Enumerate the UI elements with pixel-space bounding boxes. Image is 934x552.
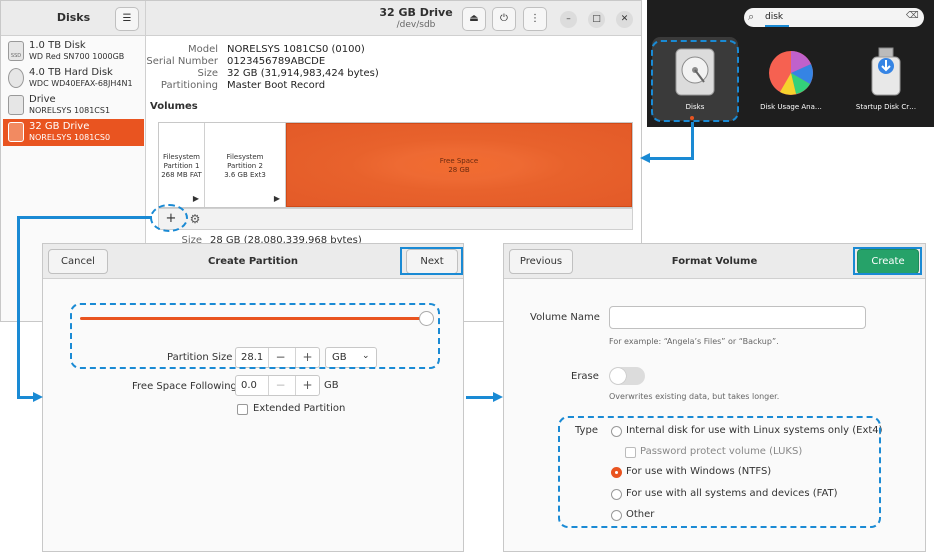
partition-1-type: Filesystem — [162, 153, 201, 161]
play-icon: ▶ — [273, 194, 280, 203]
play-icon: ▶ — [192, 194, 199, 203]
erase-hint: Overwrites existing data, but takes long… — [609, 392, 780, 401]
gear-icon: ⚙ — [189, 212, 201, 226]
usb-stick-icon — [871, 47, 901, 96]
drive-item-4tb-hard-disk[interactable]: 4.0 TB Hard Disk WDC WD40EFAX-68JH4N1 — [3, 65, 144, 92]
create-partition-dialog: Cancel Create Partition Next Partition S… — [42, 243, 464, 552]
arrow-head-icon — [493, 392, 503, 402]
partition-1-name: Partition 1 — [163, 162, 200, 170]
arrow-head-icon — [33, 392, 43, 402]
ssd-icon: SSD — [8, 41, 24, 61]
size-label: Size — [197, 68, 218, 79]
volume-name-label: Volume Name — [530, 312, 600, 323]
model-value: NORELSYS 1081CS0 (0100) — [227, 44, 365, 55]
increment-button[interactable]: + — [295, 376, 319, 395]
pie-chart-icon — [769, 51, 813, 95]
model-label: Model — [187, 44, 218, 55]
size-value: 32 GB (31,914,983,424 bytes) — [227, 68, 379, 79]
volume-name-input[interactable] — [609, 306, 866, 329]
free-space-block[interactable]: Free Space 28 GB — [286, 123, 632, 207]
free-space-unit: GB — [324, 380, 339, 391]
app-disk-usage-analyzer[interactable]: Disk Usage Ana… — [748, 37, 834, 121]
app-label: Startup Disk Cr… — [855, 103, 917, 111]
usb-drive-icon — [8, 122, 24, 142]
disks-app-highlight — [651, 40, 739, 122]
maximize-button[interactable]: □ — [588, 11, 605, 28]
drive-name: 32 GB Drive — [29, 121, 90, 132]
partition-2-size: 3.6 GB Ext3 — [224, 171, 266, 179]
serial-value: 0123456789ABCDE — [227, 56, 326, 67]
free-space-following-spinner[interactable]: 0.0 − + — [235, 375, 320, 396]
partitioning-label: Partitioning — [160, 80, 218, 91]
drive-name: 1.0 TB Disk — [29, 40, 86, 51]
hamburger-icon: ☰ — [122, 13, 132, 24]
free-space-following-value: 0.0 — [241, 380, 257, 391]
hard-disk-icon — [8, 68, 24, 88]
close-icon: ✕ — [620, 14, 629, 24]
free-space-following-label: Free Space Following — [132, 381, 237, 392]
volumes-heading: Volumes — [150, 101, 198, 112]
eject-button[interactable]: ⏏ — [462, 7, 486, 31]
connector-line — [650, 157, 694, 160]
drive-model: WD Red SN700 1000GB — [29, 52, 125, 61]
partition-1-block[interactable]: Filesystem Partition 1 268 MB FAT ▶ — [159, 123, 205, 207]
minimize-button[interactable]: – — [560, 11, 577, 28]
serial-label: Serial Number — [146, 56, 218, 67]
drive-name: Drive — [29, 94, 56, 105]
erase-toggle[interactable] — [609, 367, 645, 385]
search-input[interactable] — [765, 10, 895, 24]
connector-line — [17, 396, 34, 399]
close-button[interactable]: ✕ — [616, 11, 633, 28]
drive-model: NORELSYS 1081CS1 — [29, 106, 111, 115]
usb-drive-icon — [8, 95, 24, 115]
drive-item-1tb-disk[interactable]: SSD 1.0 TB Disk WD Red SN700 1000GB — [3, 38, 144, 65]
volume-toolbar — [158, 208, 633, 230]
app-label: Disk Usage Ana… — [760, 103, 822, 111]
hamburger-menu-button[interactable]: ☰ — [115, 7, 139, 31]
search-underline — [765, 25, 789, 27]
clear-search-icon[interactable]: ⌫ — [906, 11, 919, 21]
drive-item-drive[interactable]: Drive NORELSYS 1081CS1 — [3, 92, 144, 119]
arrow-head-icon — [640, 153, 650, 163]
connector-line — [466, 396, 494, 399]
next-button-highlight — [400, 247, 463, 275]
type-options-highlight — [558, 416, 881, 528]
kebab-menu-icon: ⋮ — [530, 13, 540, 24]
drive-model: WDC WD40EFAX-68JH4N1 — [29, 79, 133, 88]
drive-name: 4.0 TB Hard Disk — [29, 67, 113, 78]
volume-name-hint: For example: “Angela’s Files” or “Backup… — [609, 337, 779, 346]
connector-line — [691, 122, 694, 160]
partitioning-value: Master Boot Record — [227, 80, 326, 91]
create-button-highlight — [853, 247, 922, 275]
minimize-icon: – — [566, 14, 571, 24]
partition-2-name: Partition 2 — [227, 162, 263, 170]
connector-line — [17, 216, 20, 398]
drive-item-32gb-drive[interactable]: 32 GB Drive NORELSYS 1081CS0 — [3, 119, 144, 146]
partition-options-button[interactable]: ⚙ — [187, 209, 203, 229]
extended-partition-checkbox[interactable] — [237, 404, 248, 415]
window-header: 32 GB Drive /dev/sdb ⏏ ⏻ ⋮ – □ ✕ — [146, 1, 641, 36]
partition-2-block[interactable]: Filesystem Partition 2 3.6 GB Ext3 ▶ — [205, 123, 286, 207]
partition-1-size: 268 MB FAT — [161, 171, 202, 179]
power-icon: ⏻ — [500, 13, 508, 24]
power-off-button[interactable]: ⏻ — [492, 7, 516, 31]
drive-options-button[interactable]: ⋮ — [523, 7, 547, 31]
search-icon: ⌕ — [748, 10, 755, 23]
eject-icon: ⏏ — [469, 13, 479, 24]
connector-line — [17, 216, 152, 219]
partition-2-type: Filesystem — [226, 153, 264, 161]
sidebar-header: Disks ☰ — [1, 1, 146, 36]
volume-map: Filesystem Partition 1 268 MB FAT ▶ File… — [158, 122, 633, 208]
add-partition-highlight — [150, 204, 188, 232]
decrement-button[interactable]: − — [268, 376, 292, 395]
drive-model: NORELSYS 1081CS0 — [29, 133, 111, 142]
maximize-icon: □ — [592, 14, 601, 24]
toggle-knob — [610, 368, 626, 384]
free-space-size: 28 GB — [448, 166, 470, 174]
free-space-label: Free Space — [439, 157, 479, 165]
partition-size-highlight — [70, 303, 440, 369]
extended-partition-label: Extended Partition — [253, 403, 346, 414]
erase-label: Erase — [571, 371, 599, 382]
app-startup-disk-creator[interactable]: Startup Disk Cr… — [843, 37, 929, 121]
